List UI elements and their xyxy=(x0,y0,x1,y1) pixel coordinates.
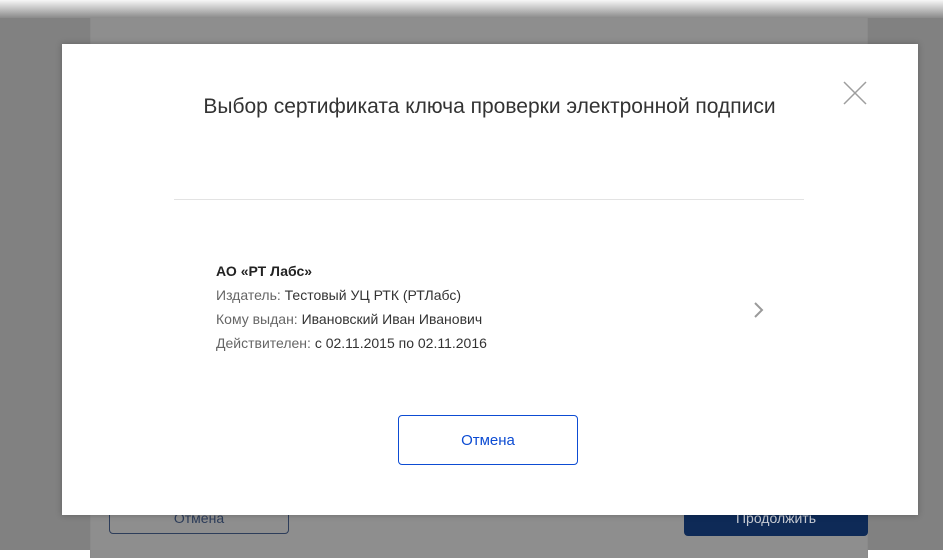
issuer-value: Тестовый УЦ РТК (РТЛабс) xyxy=(284,287,462,303)
certificate-issuer: Издатель: Тестовый УЦ РТК (РТЛабс) xyxy=(216,287,461,303)
page-top-band xyxy=(0,0,943,18)
close-icon[interactable] xyxy=(842,80,868,106)
chevron-right-icon xyxy=(754,302,764,318)
validity-label: Действителен: xyxy=(216,335,311,351)
divider xyxy=(174,199,804,200)
cancel-button[interactable]: Отмена xyxy=(398,415,578,465)
issued-to-value: Ивановский Иван Иванович xyxy=(301,311,483,327)
validity-value: с 02.11.2015 по 02.11.2016 xyxy=(314,335,487,351)
certificate-selection-dialog: Выбор сертификата ключа проверки электро… xyxy=(62,44,918,515)
certificate-issued-to: Кому выдан: Ивановский Иван Иванович xyxy=(216,311,482,327)
certificate-name: АО «РТ Лабс» xyxy=(216,263,313,279)
issued-to-label: Кому выдан: xyxy=(216,311,298,327)
certificate-list-item[interactable]: АО «РТ Лабс» Издатель: Тестовый УЦ РТК (… xyxy=(192,254,764,364)
issuer-label: Издатель: xyxy=(216,287,281,303)
dialog-title: Выбор сертификата ключа проверки электро… xyxy=(203,95,776,118)
certificate-validity: Действителен: с 02.11.2015 по 02.11.2016 xyxy=(216,335,487,351)
